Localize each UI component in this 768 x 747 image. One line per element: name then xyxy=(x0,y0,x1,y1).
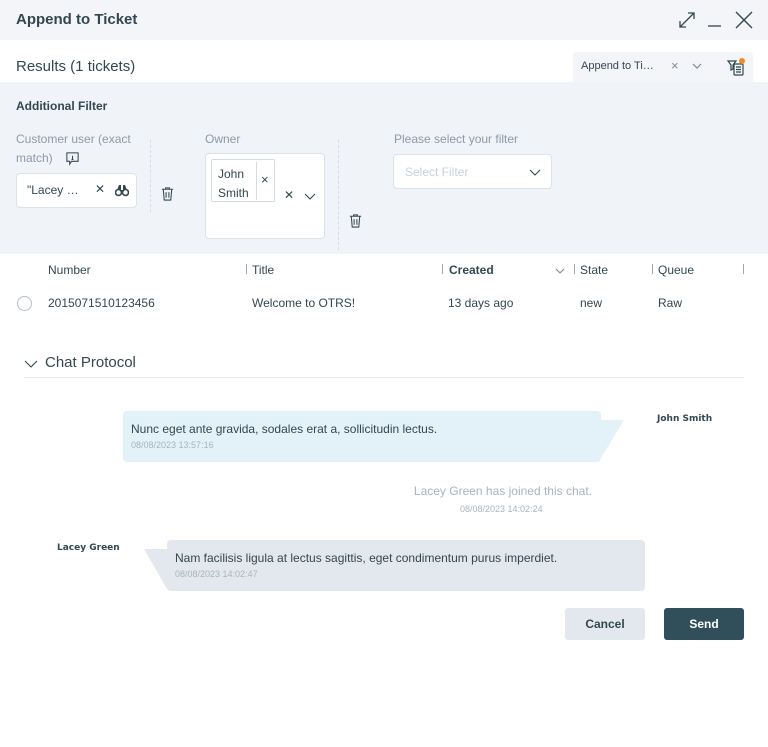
owner-tag-line1: John xyxy=(218,167,245,181)
message-text: Nam facilisis ligula at lectus sagittis,… xyxy=(175,551,558,565)
customer-user-label-line2: match) xyxy=(16,151,53,165)
send-button[interactable]: Send xyxy=(664,608,744,640)
chat-message: Nunc eget ante gravida, sodales erat a, … xyxy=(123,411,601,462)
table-header: Number Title Created State Queue xyxy=(0,258,768,282)
message-author: Lacey Green xyxy=(57,543,120,553)
table-row[interactable]: 2015071510123456 Welcome to OTRS! 13 day… xyxy=(0,290,768,316)
chat-message: Nam facilisis ligula at lectus sagittis,… xyxy=(167,540,645,591)
owner-tag-line2: Smith xyxy=(218,186,249,200)
expand-icon[interactable] xyxy=(677,10,697,30)
chat-protocol-title: Chat Protocol xyxy=(45,354,136,371)
chevron-down-icon xyxy=(24,357,38,371)
trash-icon[interactable] xyxy=(160,186,175,201)
cell-created: 13 days ago xyxy=(448,296,514,310)
filter-list-icon[interactable] xyxy=(726,57,746,77)
saved-view-value: Append to Ti… xyxy=(581,60,654,72)
message-author: John Smith xyxy=(657,414,713,424)
filter-select-label: Please select your filter xyxy=(394,132,519,146)
column-resizer[interactable] xyxy=(574,264,575,274)
cell-state: new xyxy=(580,296,603,310)
trash-icon[interactable] xyxy=(348,213,363,228)
system-message-timestamp: 08/08/2023 14:02:24 xyxy=(460,504,543,514)
customer-user-value: "Lacey … xyxy=(27,183,79,197)
filter-select-placeholder: Select Filter xyxy=(405,165,469,179)
cancel-button[interactable]: Cancel xyxy=(565,608,645,640)
column-resizer[interactable] xyxy=(246,264,247,274)
column-resizer[interactable] xyxy=(743,264,744,274)
column-resizer[interactable] xyxy=(652,264,653,274)
customer-user-input[interactable]: "Lacey … ✕ xyxy=(16,173,137,208)
owner-tag: John Smith × xyxy=(211,159,275,202)
message-timestamp: 08/08/2023 13:57:16 xyxy=(131,440,214,450)
remove-tag-icon[interactable]: × xyxy=(261,172,269,187)
clear-view-icon[interactable]: × xyxy=(671,59,683,73)
minimize-icon[interactable] xyxy=(705,10,725,30)
cell-title: Welcome to OTRS! xyxy=(252,296,356,310)
row-select-radio[interactable] xyxy=(17,296,32,311)
results-count: Results (1 tickets) xyxy=(16,58,136,75)
saved-view-select[interactable]: Append to Ti… × xyxy=(573,52,753,82)
column-header-state[interactable]: State xyxy=(580,263,608,277)
chevron-down-icon[interactable] xyxy=(303,189,317,206)
message-text: Nunc eget ante gravida, sodales erat a, … xyxy=(131,422,438,436)
column-header-number[interactable]: Number xyxy=(48,263,91,277)
chat-protocol-toggle[interactable]: Chat Protocol xyxy=(24,350,744,378)
chevron-down-icon[interactable] xyxy=(691,60,703,72)
sort-chevron-down-icon[interactable] xyxy=(554,265,566,280)
column-header-created[interactable]: Created xyxy=(449,263,494,277)
dialog-title: Append to Ticket xyxy=(16,11,138,28)
bubble-tail xyxy=(598,420,624,458)
filter-select[interactable]: Select Filter xyxy=(393,154,552,189)
clear-icon[interactable]: ✕ xyxy=(284,188,294,202)
customer-user-label-line1: Customer user (exact xyxy=(16,132,131,146)
cell-queue: Raw xyxy=(658,296,683,310)
separator xyxy=(338,140,339,250)
close-icon[interactable] xyxy=(734,10,754,30)
info-icon[interactable] xyxy=(65,151,80,172)
clear-icon[interactable]: ✕ xyxy=(95,182,105,196)
additional-filter-title: Additional Filter xyxy=(16,99,108,113)
separator xyxy=(150,140,151,212)
dialog-header: Append to Ticket xyxy=(0,0,768,40)
message-timestamp: 08/08/2023 14:02:47 xyxy=(175,569,258,579)
binoculars-icon[interactable] xyxy=(114,183,130,200)
column-header-title[interactable]: Title xyxy=(252,263,274,277)
chevron-down-icon[interactable] xyxy=(528,165,542,182)
additional-filter-panel: Additional Filter Customer user (exact m… xyxy=(0,82,768,254)
column-header-queue[interactable]: Queue xyxy=(658,263,694,277)
system-message: Lacey Green has joined this chat. xyxy=(413,484,592,498)
owner-input[interactable]: John Smith × ✕ xyxy=(205,153,325,239)
customer-user-label: Customer user (exact match) xyxy=(16,130,131,168)
owner-label: Owner xyxy=(205,132,241,146)
column-resizer[interactable] xyxy=(442,264,443,274)
cell-number: 2015071510123456 xyxy=(48,296,155,310)
